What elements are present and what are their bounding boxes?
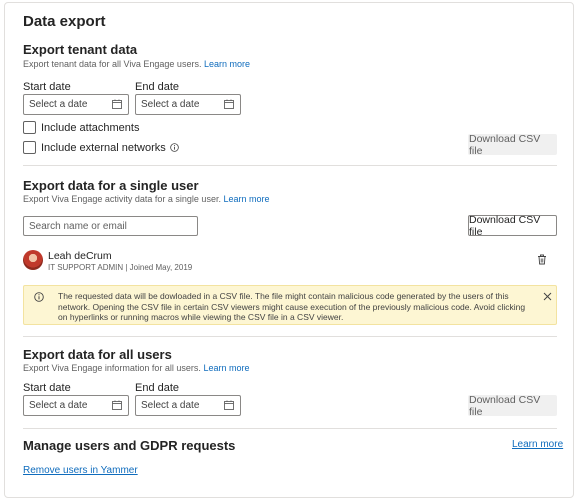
user-search-placeholder: Search name or email bbox=[29, 221, 127, 232]
all-users-start-placeholder: Select a date bbox=[29, 400, 88, 411]
all-users-end-label: End date bbox=[135, 382, 180, 394]
avatar bbox=[23, 250, 43, 270]
all-users-start-label: Start date bbox=[23, 382, 71, 394]
tenant-start-placeholder: Select a date bbox=[29, 99, 88, 110]
trash-icon[interactable] bbox=[537, 254, 547, 265]
calendar-icon bbox=[224, 99, 234, 109]
page-title: Data export bbox=[23, 13, 106, 30]
single-user-description: Export Viva Engage activity data for a s… bbox=[23, 194, 270, 204]
calendar-icon bbox=[112, 99, 122, 109]
gdpr-heading: Manage users and GDPR requests bbox=[23, 438, 236, 453]
user-search-input[interactable]: Search name or email bbox=[23, 216, 198, 236]
calendar-icon bbox=[112, 400, 122, 410]
warning-text: The requested data will be dowloaded in … bbox=[58, 291, 526, 322]
tenant-description-text: Export tenant data for all Viva Engage u… bbox=[23, 59, 202, 69]
include-attachments-label: Include attachments bbox=[41, 121, 140, 134]
tenant-heading: Export tenant data bbox=[23, 42, 138, 57]
include-attachments-checkbox[interactable]: Include attachments bbox=[23, 121, 139, 134]
info-icon[interactable] bbox=[169, 143, 179, 152]
remove-users-link[interactable]: Remove users in Yammer bbox=[23, 465, 138, 476]
tenant-start-date-input[interactable]: Select a date bbox=[23, 94, 129, 115]
section-divider bbox=[23, 428, 557, 429]
all-users-heading: Export data for all users bbox=[23, 347, 172, 362]
tenant-end-placeholder: Select a date bbox=[141, 99, 200, 110]
checkbox-box[interactable] bbox=[23, 121, 36, 134]
all-users-description-text: Export Viva Engage information for all u… bbox=[23, 363, 201, 373]
all-users-description: Export Viva Engage information for all u… bbox=[23, 363, 249, 373]
all-users-start-date-input[interactable]: Select a date bbox=[23, 395, 129, 416]
all-users-end-placeholder: Select a date bbox=[141, 400, 200, 411]
section-divider bbox=[23, 165, 557, 166]
all-users-download-csv-button[interactable]: Download CSV file bbox=[468, 394, 557, 418]
malicious-code-warning: The requested data will be dowloaded in … bbox=[23, 285, 557, 325]
tenant-learn-more-link[interactable]: Learn more bbox=[204, 59, 250, 69]
info-icon bbox=[34, 292, 44, 302]
single-user-learn-more-link[interactable]: Learn more bbox=[223, 194, 269, 204]
tenant-download-csv-button[interactable]: Download CSV file bbox=[468, 133, 557, 157]
include-external-networks-checkbox[interactable]: Include external networks bbox=[23, 141, 179, 154]
tenant-end-label: End date bbox=[135, 81, 180, 93]
all-users-end-date-input[interactable]: Select a date bbox=[135, 395, 241, 416]
calendar-icon bbox=[224, 400, 234, 410]
close-icon[interactable] bbox=[543, 292, 552, 301]
user-meta: IT SUPPORT ADMIN | Joined May, 2019 bbox=[48, 263, 193, 272]
tenant-end-date-input[interactable]: Select a date bbox=[135, 94, 241, 115]
checkbox-box[interactable] bbox=[23, 141, 36, 154]
tenant-description: Export tenant data for all Viva Engage u… bbox=[23, 59, 250, 69]
single-user-download-csv-button[interactable]: Download CSV file bbox=[468, 214, 557, 238]
single-user-heading: Export data for a single user bbox=[23, 178, 199, 193]
single-user-description-text: Export Viva Engage activity data for a s… bbox=[23, 194, 221, 204]
all-users-learn-more-link[interactable]: Learn more bbox=[203, 363, 249, 373]
include-external-label: Include external networks bbox=[41, 141, 166, 154]
tenant-start-label: Start date bbox=[23, 81, 71, 93]
section-divider bbox=[23, 336, 557, 337]
gdpr-learn-more-link[interactable]: Learn more bbox=[512, 439, 563, 450]
user-name: Leah deCrum bbox=[48, 250, 112, 262]
data-export-card: Data export Export tenant data Export te… bbox=[4, 2, 574, 498]
